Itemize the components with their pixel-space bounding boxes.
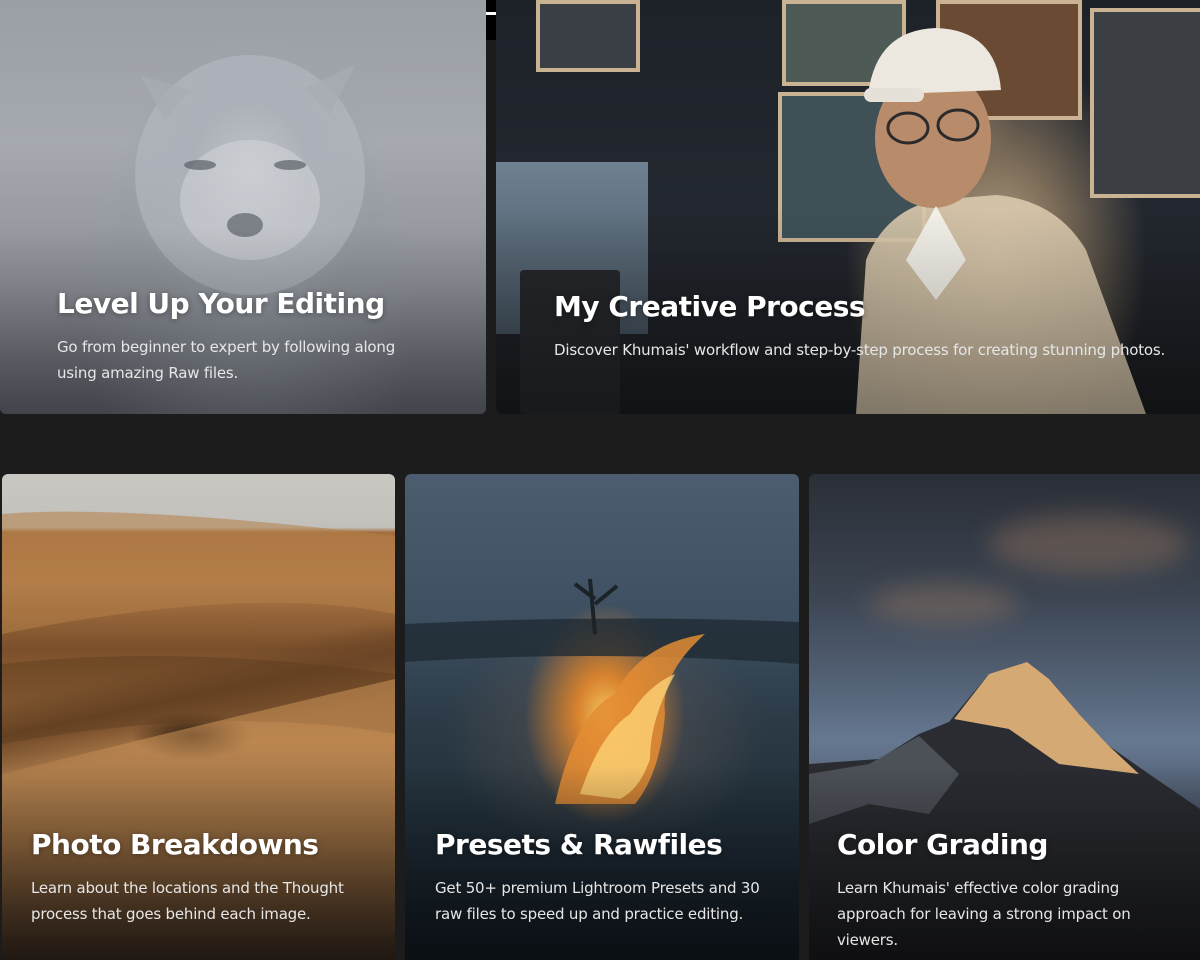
card-title: Photo Breakdowns xyxy=(31,828,319,861)
top-divider-mark xyxy=(486,0,496,40)
card-text: Level Up Your Editing Go from beginner t… xyxy=(57,287,437,386)
card-text: Presets & Rawfiles Get 50+ premium Light… xyxy=(435,828,785,927)
card-photo-breakdowns[interactable]: Photo Breakdowns Learn about the locatio… xyxy=(2,474,395,960)
card-text: Color Grading Learn Khumais' effective c… xyxy=(837,828,1187,953)
card-title: Presets & Rawfiles xyxy=(435,828,723,861)
card-title: Level Up Your Editing xyxy=(57,287,385,320)
card-description: Discover Khumais' workflow and step-by-s… xyxy=(554,341,1166,359)
card-text: Photo Breakdowns Learn about the locatio… xyxy=(31,828,371,927)
card-text: My Creative Process Discover Khumais' wo… xyxy=(554,290,1174,363)
card-description: Learn Khumais' effective color grading a… xyxy=(837,879,1131,949)
card-color-grading[interactable]: Color Grading Learn Khumais' effective c… xyxy=(809,474,1200,960)
card-description: Learn about the locations and the Though… xyxy=(31,879,344,923)
card-title: My Creative Process xyxy=(554,290,866,323)
card-presets-rawfiles[interactable]: Presets & Rawfiles Get 50+ premium Light… xyxy=(405,474,799,960)
card-description: Go from beginner to expert by following … xyxy=(57,338,396,382)
card-my-creative-process[interactable]: My Creative Process Discover Khumais' wo… xyxy=(496,0,1200,414)
card-title: Color Grading xyxy=(837,828,1048,861)
card-description: Get 50+ premium Lightroom Presets and 30… xyxy=(435,879,760,923)
card-level-up-editing[interactable]: Level Up Your Editing Go from beginner t… xyxy=(0,0,486,414)
